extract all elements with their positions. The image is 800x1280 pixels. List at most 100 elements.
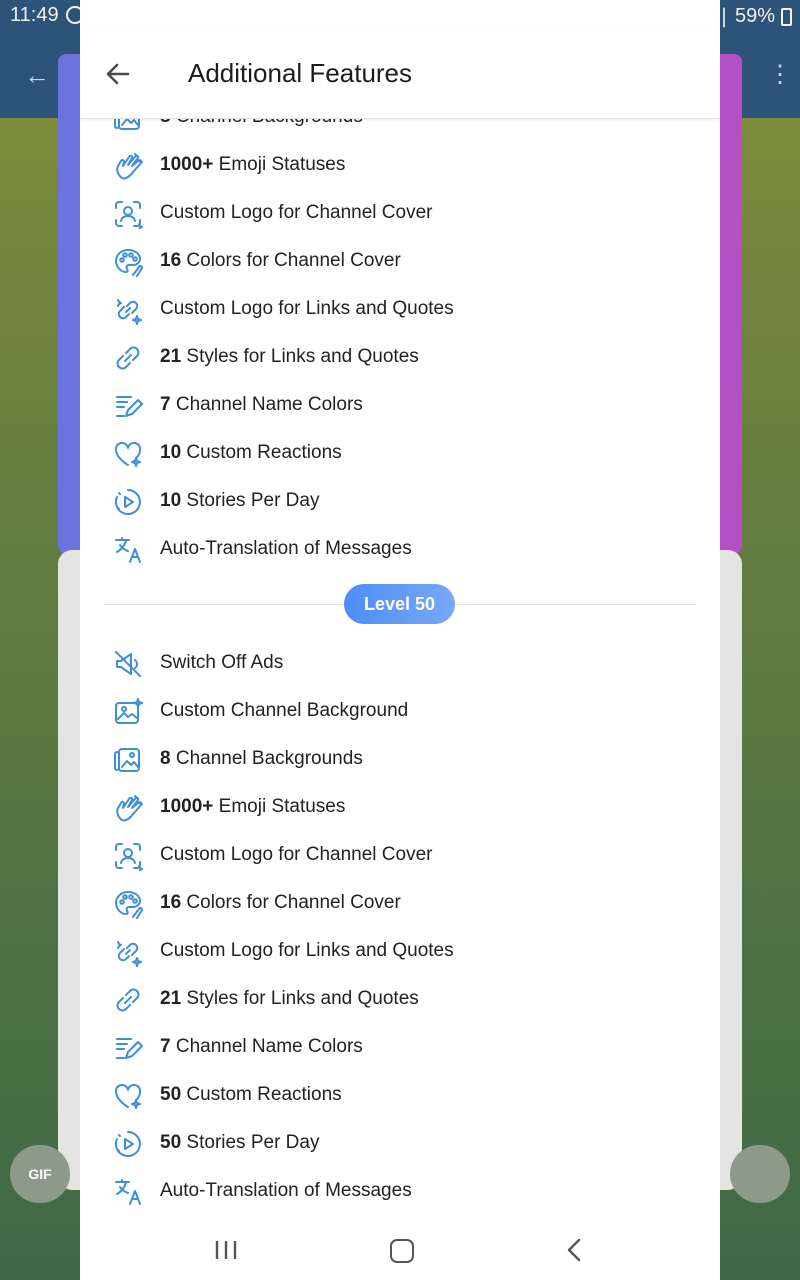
feature-label: 10 Custom Reactions bbox=[160, 442, 342, 464]
feature-count: 16 bbox=[160, 892, 182, 913]
feature-text: Emoji Statuses bbox=[213, 154, 346, 175]
additional-features-sheet: Additional Features 8 Channel Background… bbox=[80, 0, 720, 1280]
feature-text: Custom Reactions bbox=[181, 1084, 342, 1105]
feature-label: Custom Logo for Channel Cover bbox=[160, 844, 432, 866]
feature-item: Custom Logo for Links and Quotes bbox=[80, 286, 720, 334]
feature-count: 50 bbox=[160, 1132, 182, 1153]
feature-count: 1000+ bbox=[160, 154, 214, 175]
feature-count: 10 bbox=[160, 490, 182, 511]
feature-label: 8 Channel Backgrounds bbox=[160, 118, 363, 128]
feature-item: 7 Channel Name Colors bbox=[80, 1024, 720, 1072]
feature-text: Emoji Statuses bbox=[213, 796, 346, 817]
feature-label: Auto-Translation of Messages bbox=[160, 538, 412, 560]
feature-text: Styles for Links and Quotes bbox=[181, 988, 419, 1009]
logo-frame-icon bbox=[115, 201, 143, 229]
feature-count: 7 bbox=[160, 1036, 171, 1057]
feature-item: 10 Stories Per Day bbox=[80, 478, 720, 526]
feature-text: Stories Per Day bbox=[181, 490, 320, 511]
heart-sparkle-icon bbox=[114, 441, 142, 467]
feature-item: Switch Off Ads bbox=[80, 640, 720, 688]
feature-label: 7 Channel Name Colors bbox=[160, 394, 363, 416]
feature-item: Custom Logo for Links and Quotes bbox=[80, 928, 720, 976]
edit-name-icon bbox=[116, 1038, 143, 1059]
feature-text: Auto-Translation of Messages bbox=[160, 538, 412, 559]
feature-text: Colors for Channel Cover bbox=[181, 892, 401, 913]
feature-label: 50 Stories Per Day bbox=[160, 1132, 319, 1154]
feature-text: Custom Logo for Channel Cover bbox=[160, 844, 433, 865]
feature-text: Styles for Links and Quotes bbox=[181, 346, 419, 367]
logo-frame-icon bbox=[115, 843, 143, 871]
hand-wave-icon bbox=[116, 795, 143, 822]
system-nav-bar bbox=[80, 1216, 720, 1280]
feature-item: 21 Styles for Links and Quotes bbox=[80, 334, 720, 382]
link-sparkle-icon bbox=[117, 299, 142, 325]
feature-item: 50 Custom Reactions bbox=[80, 1072, 720, 1120]
feature-count: 10 bbox=[160, 442, 182, 463]
back-arrow-icon[interactable] bbox=[102, 58, 134, 90]
feature-item: 16 Colors for Channel Cover bbox=[80, 880, 720, 928]
feature-text: Channel Backgrounds bbox=[170, 748, 363, 769]
feature-label: Custom Logo for Links and Quotes bbox=[160, 940, 454, 962]
feature-label: 16 Colors for Channel Cover bbox=[160, 250, 401, 272]
feature-item: 8 Channel Backgrounds bbox=[80, 736, 720, 784]
battery-icon bbox=[781, 7, 792, 26]
link-icon bbox=[116, 346, 140, 370]
link-icon bbox=[116, 988, 140, 1012]
feature-text: Colors for Channel Cover bbox=[181, 250, 401, 271]
edit-name-icon bbox=[116, 396, 143, 417]
feature-text: Stories Per Day bbox=[181, 1132, 320, 1153]
feature-item: 50 Stories Per Day bbox=[80, 1120, 720, 1168]
battery-percent: 59% bbox=[734, 5, 775, 27]
background-back-icon: ← bbox=[24, 60, 50, 90]
feature-count: 21 bbox=[160, 988, 182, 1009]
feature-label: Switch Off Ads bbox=[160, 652, 283, 674]
image-sparkle-icon bbox=[115, 698, 143, 724]
image-stack-icon bbox=[114, 748, 140, 772]
nav-back-icon[interactable] bbox=[566, 1238, 582, 1262]
home-icon[interactable] bbox=[390, 1239, 414, 1263]
feature-item: Auto-Translation of Messages bbox=[80, 1168, 720, 1216]
megaphone-off-icon bbox=[115, 651, 141, 677]
feature-text: Custom Reactions bbox=[181, 442, 342, 463]
feature-label: 1000+ Emoji Statuses bbox=[160, 796, 345, 818]
feature-label: Custom Channel Background bbox=[160, 700, 408, 722]
feature-item: 7 Channel Name Colors bbox=[80, 382, 720, 430]
feature-item: 8 Channel Backgrounds bbox=[80, 118, 720, 142]
image-stack-icon bbox=[114, 118, 140, 130]
feature-text: Custom Logo for Links and Quotes bbox=[160, 940, 454, 961]
feature-label: 50 Custom Reactions bbox=[160, 1084, 342, 1106]
feature-label: Custom Logo for Channel Cover bbox=[160, 202, 432, 224]
feature-label: Custom Logo for Links and Quotes bbox=[160, 298, 454, 320]
feature-item: 16 Colors for Channel Cover bbox=[80, 238, 720, 286]
palette-icon bbox=[115, 249, 143, 277]
feature-count: 21 bbox=[160, 346, 182, 367]
feature-item: 1000+ Emoji Statuses bbox=[80, 142, 720, 190]
feature-count: 8 bbox=[160, 748, 171, 769]
feature-count: 50 bbox=[160, 1084, 182, 1105]
palette-icon bbox=[115, 891, 143, 919]
feature-label: 8 Channel Backgrounds bbox=[160, 748, 363, 770]
level-divider: Level 50 bbox=[104, 584, 696, 624]
background-more-icon: ⋮ bbox=[768, 62, 792, 88]
feature-count: 1000+ bbox=[160, 796, 214, 817]
feature-item: 10 Custom Reactions bbox=[80, 430, 720, 478]
feature-text: Custom Logo for Channel Cover bbox=[160, 202, 433, 223]
link-sparkle-icon bbox=[117, 941, 142, 967]
heart-sparkle-icon bbox=[114, 1083, 142, 1109]
status-time: 11:49 bbox=[10, 4, 59, 26]
feature-count: 7 bbox=[160, 394, 171, 415]
feature-item: 21 Styles for Links and Quotes bbox=[80, 976, 720, 1024]
feature-count: 8 bbox=[160, 118, 171, 127]
feature-text: Channel Name Colors bbox=[170, 394, 363, 415]
level-badge: Level 50 bbox=[344, 584, 455, 624]
feature-label: 21 Styles for Links and Quotes bbox=[160, 346, 419, 368]
feature-item: Auto-Translation of Messages bbox=[80, 526, 720, 574]
feature-item: 1000+ Emoji Statuses bbox=[80, 784, 720, 832]
feature-item: Custom Channel Background bbox=[80, 688, 720, 736]
recent-apps-icon[interactable] bbox=[214, 1240, 238, 1260]
hand-wave-icon bbox=[116, 153, 143, 180]
feature-label: 16 Colors for Channel Cover bbox=[160, 892, 401, 914]
sheet-header: Additional Features bbox=[80, 32, 720, 119]
feature-label: Auto-Translation of Messages bbox=[160, 1180, 412, 1202]
camera-icon bbox=[730, 1145, 790, 1203]
